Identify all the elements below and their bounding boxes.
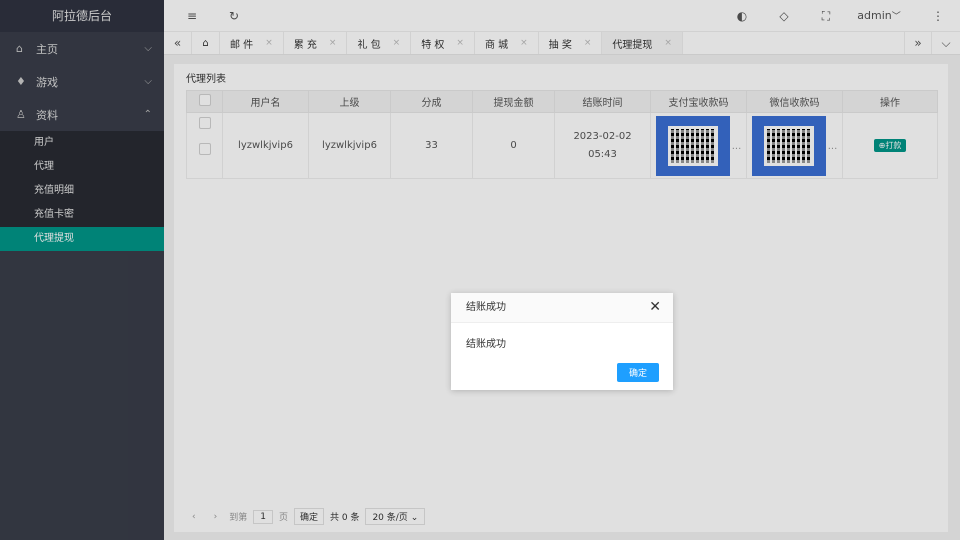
dialog-ok-button[interactable]: 确定 xyxy=(616,363,659,382)
dialog-message: 结账成功 xyxy=(466,339,506,350)
modal-backdrop[interactable] xyxy=(0,0,960,540)
dialog-title: 结账成功 xyxy=(451,293,673,323)
success-dialog: 结账成功 ✕ 结账成功 确定 xyxy=(451,293,673,390)
close-icon[interactable]: ✕ xyxy=(649,299,661,315)
